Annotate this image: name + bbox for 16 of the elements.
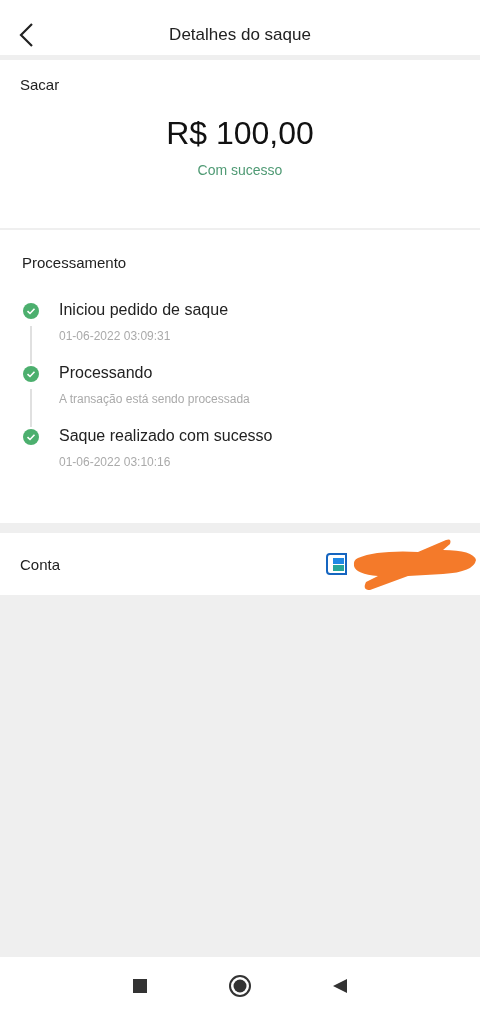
section-label: Processamento [22, 254, 128, 271]
wallet-logo-icon [326, 552, 348, 576]
step-title: Processando [59, 364, 154, 382]
step-detail: A transação está sendo processada [59, 392, 250, 406]
step-detail: 01-06-2022 03:09:31 [59, 329, 172, 343]
step-title: Saque realizado com sucesso [59, 427, 273, 445]
step-title: Iniciou pedido de saque [59, 301, 229, 319]
step-detail: 01-06-2022 03:10:16 [59, 455, 172, 469]
section-label: Sacar [20, 76, 60, 93]
account-label: Conta [20, 555, 61, 573]
status-text: Com sucesso [197, 162, 283, 178]
page-title: Detalhes do saque [169, 25, 311, 45]
home-icon[interactable] [228, 973, 252, 998]
back-nav-icon[interactable] [332, 977, 348, 994]
recent-apps-icon[interactable] [132, 977, 148, 994]
amount-value: R$ 100,00 [166, 115, 314, 152]
